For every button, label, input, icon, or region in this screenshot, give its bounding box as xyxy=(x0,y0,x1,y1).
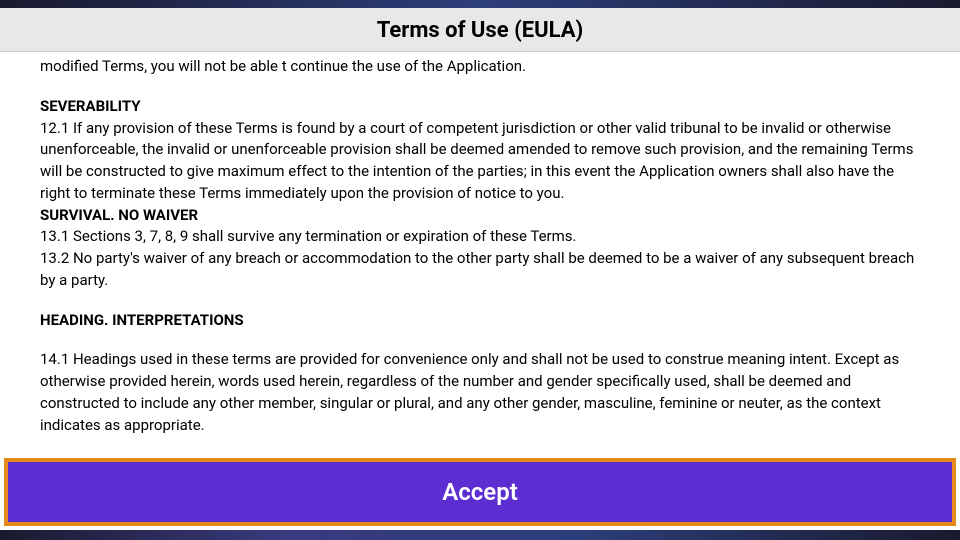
dialog-header: Terms of Use (EULA) xyxy=(0,8,960,52)
heading-interpretations-heading: HEADING. INTERPRETATIONS xyxy=(40,310,920,332)
dialog-title: Terms of Use (EULA) xyxy=(0,18,960,43)
severability-body: 12.1 If any provision of these Terms is … xyxy=(40,118,920,205)
footer-button-container: Accept xyxy=(0,454,960,530)
terms-content[interactable]: modified Terms, you will not be able t c… xyxy=(0,52,960,454)
survival-heading: SURVIVAL. NO WAIVER xyxy=(40,205,920,227)
heading-interpretations-body: 14.1 Headings used in these terms are pr… xyxy=(40,349,920,436)
bottom-decorative-bar xyxy=(0,530,960,540)
top-decorative-bar xyxy=(0,0,960,8)
terms-truncated-line: modified Terms, you will not be able t c… xyxy=(40,52,920,78)
survival-body-2: 13.2 No party's waiver of any breach or … xyxy=(40,248,920,292)
accept-button[interactable]: Accept xyxy=(4,458,956,526)
severability-heading: SEVERABILITY xyxy=(40,96,920,118)
survival-body-1: 13.1 Sections 3, 7, 8, 9 shall survive a… xyxy=(40,226,920,248)
